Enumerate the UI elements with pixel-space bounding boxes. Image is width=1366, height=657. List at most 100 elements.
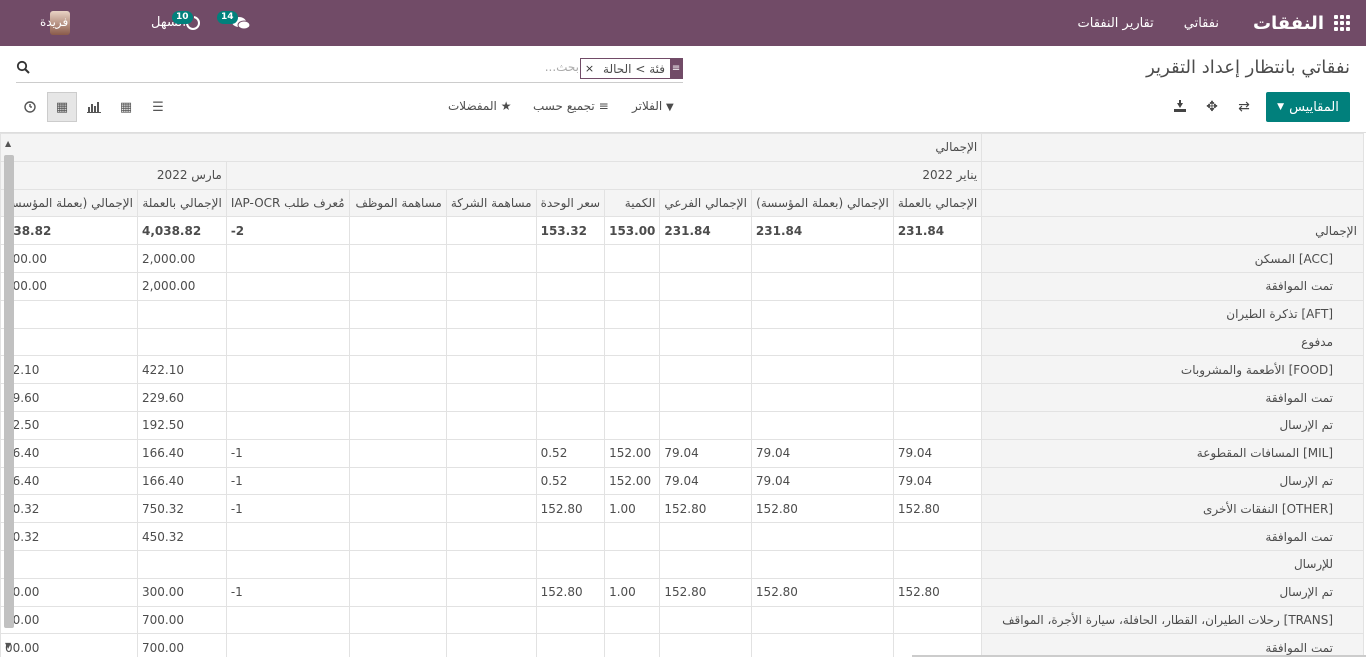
- pivot-cell[interactable]: [445, 522, 537, 551]
- pivot-cell[interactable]: 92.50: [0, 410, 138, 440]
- pivot-cell[interactable]: [445, 383, 537, 412]
- pivot-cell[interactable]: [892, 299, 983, 329]
- pivot-cell[interactable]: [535, 633, 606, 657]
- pivot-header-january[interactable]: يناير 2022: [225, 160, 983, 190]
- pivot-cell[interactable]: [348, 271, 447, 301]
- pivot-cell[interactable]: [892, 605, 983, 635]
- download-icon[interactable]: [1172, 99, 1188, 115]
- pivot-row-header[interactable]: تمت الموافقة: [981, 271, 1364, 301]
- pivot-cell[interactable]: [659, 299, 752, 329]
- pivot-cell[interactable]: [604, 383, 661, 412]
- pivot-cell[interactable]: [750, 522, 894, 551]
- pivot-cell[interactable]: [535, 549, 606, 579]
- pivot-cell[interactable]: [348, 633, 447, 657]
- pivot-row-header[interactable]: للإرسال: [981, 549, 1364, 579]
- kanban-view-icon[interactable]: ▦: [111, 92, 141, 122]
- pivot-cell[interactable]: 700.00: [136, 605, 227, 635]
- pivot-cell[interactable]: [535, 299, 606, 329]
- pivot-row-header[interactable]: الإجمالي: [981, 216, 1364, 246]
- pivot-cell[interactable]: [136, 549, 227, 579]
- pivot-cell[interactable]: [445, 216, 537, 246]
- pivot-cell[interactable]: [659, 271, 752, 301]
- pivot-cell[interactable]: 231.84: [750, 216, 894, 246]
- pivot-cell[interactable]: 229.60: [136, 383, 227, 412]
- pivot-cell[interactable]: [535, 410, 606, 440]
- pivot-cell[interactable]: [445, 494, 537, 524]
- pivot-measure-header[interactable]: الإجمالي (بعملة المؤسسة: [0, 188, 138, 218]
- pivot-cell[interactable]: 152.80: [892, 577, 983, 607]
- pivot-cell[interactable]: [535, 355, 606, 385]
- activity-view-icon[interactable]: [15, 92, 45, 122]
- pivot-cell[interactable]: [750, 271, 894, 301]
- pivot-measure-header[interactable]: الإجمالي بالعملة: [892, 188, 983, 218]
- pivot-cell[interactable]: [604, 327, 661, 357]
- pivot-cell[interactable]: [348, 466, 447, 496]
- pivot-cell[interactable]: [892, 327, 983, 357]
- pivot-cell[interactable]: 79.04: [892, 438, 983, 468]
- pivot-cell[interactable]: [348, 327, 447, 357]
- pivot-cell[interactable]: 166.40: [136, 438, 227, 468]
- pivot-cell[interactable]: [892, 383, 983, 412]
- pivot-cell[interactable]: 231.84: [892, 216, 983, 246]
- pivot-cell[interactable]: 2,000.00: [136, 271, 227, 301]
- pivot-cell[interactable]: [659, 522, 752, 551]
- flip-axis-icon[interactable]: ⇄: [1236, 99, 1252, 115]
- pivot-row-header[interactable]: [OTHER] النفقات الأخرى: [981, 494, 1364, 524]
- list-view-icon[interactable]: ☰: [143, 92, 173, 122]
- pivot-row-header[interactable]: [FOOD] الأطعمة والمشروبات: [981, 355, 1364, 385]
- pivot-cell[interactable]: 166.40: [136, 466, 227, 496]
- pivot-cell[interactable]: [225, 271, 350, 301]
- pivot-row-header[interactable]: [ACC] المسكن: [981, 244, 1364, 273]
- pivot-row-header[interactable]: تم الإرسال: [981, 466, 1364, 496]
- pivot-cell[interactable]: [225, 633, 350, 657]
- pivot-cell[interactable]: [892, 355, 983, 385]
- pivot-cell[interactable]: [225, 549, 350, 579]
- pivot-cell[interactable]: [892, 633, 983, 657]
- pivot-cell[interactable]: 152.80: [535, 577, 606, 607]
- pivot-cell[interactable]: [225, 244, 350, 273]
- apps-menu-icon[interactable]: [1334, 15, 1350, 31]
- pivot-cell[interactable]: 192.50: [136, 410, 227, 440]
- pivot-cell[interactable]: 4,038.82: [136, 216, 227, 246]
- pivot-cell[interactable]: [604, 633, 661, 657]
- pivot-cell[interactable]: [892, 522, 983, 551]
- pivot-cell[interactable]: -1: [225, 438, 350, 468]
- measures-button[interactable]: المقاييس ▼: [1266, 92, 1350, 122]
- pivot-cell[interactable]: [445, 355, 537, 385]
- pivot-cell[interactable]: [659, 383, 752, 412]
- pivot-header-march[interactable]: مارس 2022: [0, 160, 227, 190]
- pivot-cell[interactable]: 000.00: [0, 244, 138, 273]
- pivot-row-header[interactable]: [TRANS] رحلات الطيران، القطار، الحافلة، …: [981, 605, 1364, 635]
- pivot-cell[interactable]: [659, 355, 752, 385]
- pivot-cell[interactable]: [445, 577, 537, 607]
- pivot-cell[interactable]: [445, 327, 537, 357]
- horizontal-scrollbar[interactable]: [4, 155, 14, 628]
- pivot-cell[interactable]: [892, 271, 983, 301]
- pivot-cell[interactable]: 50.32: [0, 494, 138, 524]
- pivot-cell[interactable]: [348, 355, 447, 385]
- pivot-cell[interactable]: 00.00: [0, 605, 138, 635]
- pivot-cell[interactable]: 153.32: [535, 216, 606, 246]
- pivot-cell[interactable]: -1: [225, 494, 350, 524]
- pivot-cell[interactable]: [445, 466, 537, 496]
- scroll-up-icon[interactable]: ▲: [5, 139, 11, 148]
- pivot-cell[interactable]: 153.00: [604, 216, 661, 246]
- app-brand[interactable]: النفقات: [1253, 13, 1324, 34]
- pivot-row-header[interactable]: [MIL] المسافات المقطوعة: [981, 438, 1364, 468]
- pivot-cell[interactable]: [348, 605, 447, 635]
- pivot-cell[interactable]: 038.82: [0, 216, 138, 246]
- pivot-cell[interactable]: [750, 244, 894, 273]
- pivot-cell[interactable]: [604, 522, 661, 551]
- pivot-cell[interactable]: [604, 355, 661, 385]
- pivot-cell[interactable]: [659, 327, 752, 357]
- pivot-cell[interactable]: [604, 299, 661, 329]
- pivot-cell[interactable]: 00.00: [0, 577, 138, 607]
- pivot-cell[interactable]: 00.00: [0, 633, 138, 657]
- pivot-cell[interactable]: 450.32: [136, 522, 227, 551]
- pivot-cell[interactable]: -1: [225, 577, 350, 607]
- filters-dropdown[interactable]: ▼ الفلاتر: [632, 99, 674, 113]
- pivot-cell[interactable]: [225, 299, 350, 329]
- pivot-cell[interactable]: [348, 494, 447, 524]
- pivot-cell[interactable]: [535, 522, 606, 551]
- pivot-cell[interactable]: 1.00: [604, 577, 661, 607]
